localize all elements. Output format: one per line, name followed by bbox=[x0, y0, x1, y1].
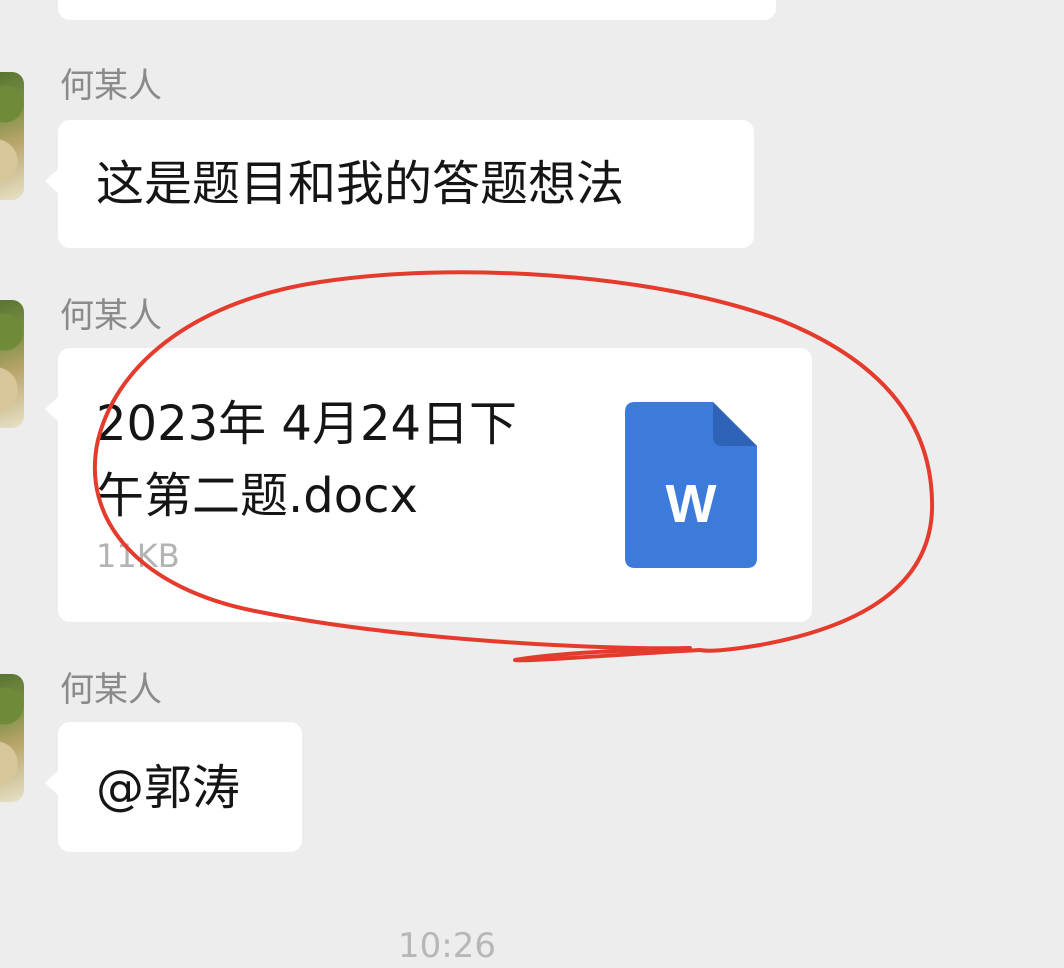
bubble-tail bbox=[45, 770, 59, 796]
message-bubble[interactable]: @郭涛 bbox=[45, 722, 302, 852]
bubble-tail bbox=[45, 168, 59, 194]
word-doc-icon: W bbox=[625, 402, 757, 568]
sender-name: 何某人 bbox=[60, 296, 162, 336]
file-name-line: 午第二题.docx bbox=[96, 468, 418, 524]
sender-avatar[interactable] bbox=[0, 674, 24, 802]
file-size: 11KB bbox=[96, 537, 180, 575]
word-doc-fold bbox=[713, 402, 757, 446]
sender-name: 何某人 bbox=[60, 670, 162, 710]
sender-avatar[interactable] bbox=[0, 72, 24, 200]
file-name-line: 2023年 4月24日下 bbox=[96, 396, 518, 452]
word-doc-letter: W bbox=[666, 474, 717, 534]
previous-message-bubble[interactable] bbox=[58, 0, 776, 20]
timestamp: 10:26 bbox=[398, 926, 496, 966]
message-text: @郭涛 bbox=[96, 760, 241, 816]
sender-name: 何某人 bbox=[60, 66, 162, 106]
file-message-bubble[interactable]: 2023年 4月24日下 午第二题.docx 11KB W bbox=[45, 348, 812, 622]
file-name: 2023年 4月24日下 午第二题.docx bbox=[96, 388, 596, 532]
bubble-tail bbox=[45, 396, 59, 422]
message-bubble[interactable]: 这是题目和我的答题想法 bbox=[45, 120, 754, 248]
message-text: 这是题目和我的答题想法 bbox=[96, 156, 625, 212]
sender-avatar[interactable] bbox=[0, 300, 24, 428]
